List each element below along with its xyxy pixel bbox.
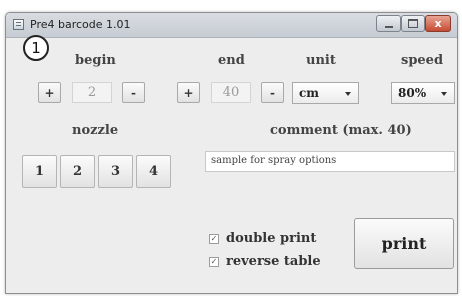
unit-select[interactable]: cm	[292, 82, 359, 104]
chevron-down-icon	[345, 92, 351, 96]
reverse-table-option[interactable]: ✓ reverse table	[209, 254, 321, 269]
print-button[interactable]: print	[354, 218, 454, 269]
end-value-field[interactable]: 40	[211, 82, 251, 103]
nozzle-button-4[interactable]: 4	[136, 155, 171, 188]
nozzle-button-1[interactable]: 1	[22, 155, 57, 188]
title-bar[interactable]: Pre4 barcode 1.01 x	[6, 13, 457, 38]
nozzle-button-3[interactable]: 3	[98, 155, 133, 188]
close-icon: x	[434, 17, 442, 30]
app-icon	[13, 19, 24, 30]
double-print-label: double print	[226, 231, 317, 246]
begin-minus-button[interactable]: -	[122, 82, 145, 103]
end-minus-button[interactable]: -	[261, 82, 284, 103]
speed-selected-value: 80%	[398, 86, 427, 100]
speed-label: speed	[401, 53, 444, 68]
nozzle-label: nozzle	[72, 123, 119, 138]
maximize-icon	[408, 19, 418, 28]
reverse-table-checkbox[interactable]: ✓	[209, 256, 219, 267]
nozzle-button-2[interactable]: 2	[60, 155, 95, 188]
reverse-table-label: reverse table	[226, 254, 321, 269]
minimize-button[interactable]	[376, 15, 401, 32]
begin-label: begin	[75, 53, 116, 68]
end-label: end	[218, 53, 245, 68]
comment-input[interactable]: sample for spray options	[205, 151, 455, 172]
minimize-icon	[384, 25, 393, 28]
close-button[interactable]: x	[425, 15, 451, 32]
window-title: Pre4 barcode 1.01	[30, 18, 131, 31]
speed-select[interactable]: 80%	[391, 82, 455, 104]
begin-plus-button[interactable]: +	[38, 82, 61, 103]
unit-label: unit	[306, 53, 336, 68]
unit-selected-value: cm	[299, 86, 320, 100]
maximize-button[interactable]	[401, 15, 425, 32]
comment-label: comment (max. 40)	[270, 123, 412, 138]
double-print-option[interactable]: ✓ double print	[209, 231, 316, 246]
end-plus-button[interactable]: +	[177, 82, 200, 103]
annotation-marker: 1	[23, 35, 49, 61]
chevron-down-icon	[441, 92, 447, 96]
begin-value-field[interactable]: 2	[72, 82, 112, 103]
double-print-checkbox[interactable]: ✓	[209, 233, 219, 244]
